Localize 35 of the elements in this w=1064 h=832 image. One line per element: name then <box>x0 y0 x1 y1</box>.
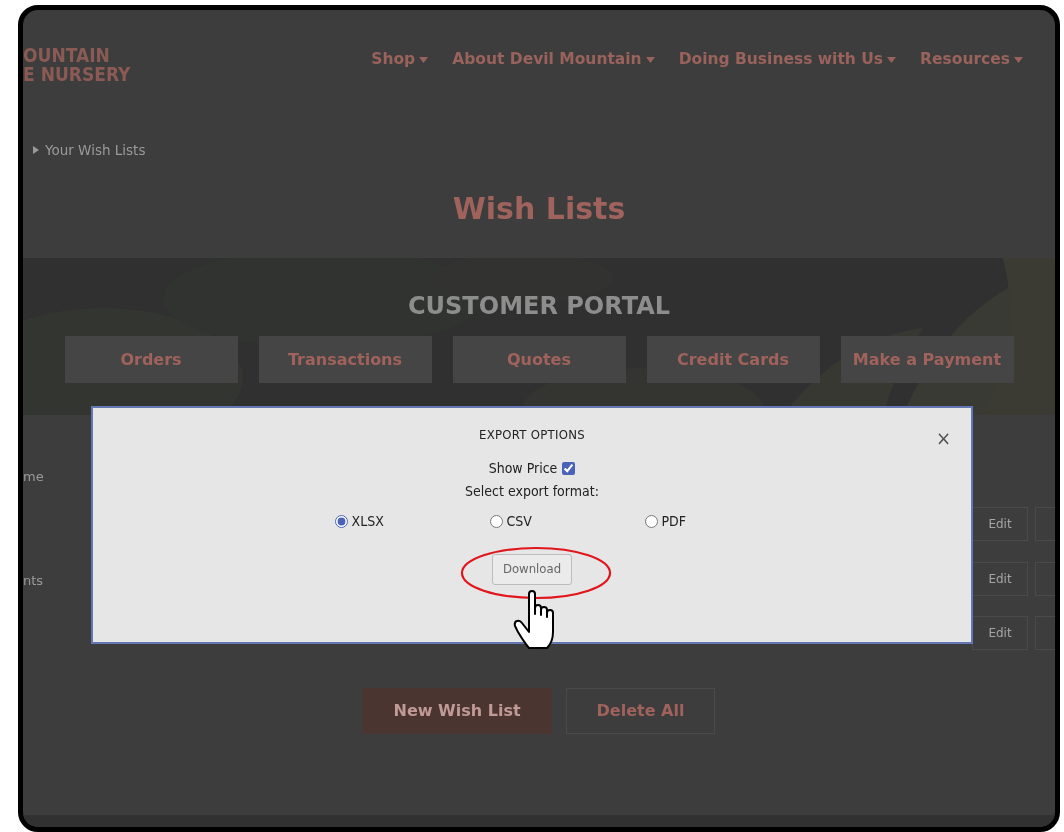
new-list-button[interactable]: New Wish List <box>362 688 552 734</box>
nav-link[interactable]: Doing Business with Us <box>678 48 897 72</box>
caret-icon <box>1014 57 1023 63</box>
portal-button[interactable]: Transactions <box>258 336 432 383</box>
dialog-title: EXPORT OPTIONS <box>478 426 586 444</box>
delete-all-button[interactable]: Delete All <box>565 688 716 734</box>
radio-label: CSV <box>506 511 532 531</box>
format-radio[interactable] <box>334 514 348 528</box>
chevron-icon <box>33 146 39 154</box>
caret-icon <box>419 57 429 63</box>
format-radio[interactable] <box>644 514 658 528</box>
list-name: nts <box>23 572 44 590</box>
nav-link[interactable]: Resources <box>920 48 1023 72</box>
download-button[interactable]: Download <box>492 553 572 585</box>
show-price-checkbox[interactable] <box>562 461 576 475</box>
portal-button[interactable]: Credit Cards <box>646 336 820 383</box>
radio-label: XLSX <box>351 511 384 531</box>
caret-icon <box>645 57 655 63</box>
checkbox-label: Show Price <box>488 458 558 478</box>
portal-button[interactable]: Make a Payment <box>840 336 1014 383</box>
nav-link[interactable]: Shop <box>371 48 429 72</box>
portal-title: CUSTOMER PORTAL <box>407 291 670 322</box>
close-button[interactable]: × <box>933 428 953 448</box>
radio-label: PDF <box>661 511 687 531</box>
portal-button[interactable]: Orders <box>64 336 238 383</box>
breadcrumb-link[interactable]: Your Wish Lists <box>45 139 146 161</box>
column-header: me <box>23 468 44 486</box>
caret-icon <box>887 57 897 63</box>
nav-link[interactable]: About Devil Mountain <box>452 48 655 72</box>
logo-text: OUNTAIN <box>23 46 111 65</box>
format-label: Select export format: <box>465 481 599 501</box>
portal-button[interactable]: Quotes <box>452 336 626 383</box>
logo-text: E NURSERY <box>23 65 132 84</box>
format-radio[interactable] <box>489 514 503 528</box>
page-title: Wish Lists <box>451 190 627 228</box>
